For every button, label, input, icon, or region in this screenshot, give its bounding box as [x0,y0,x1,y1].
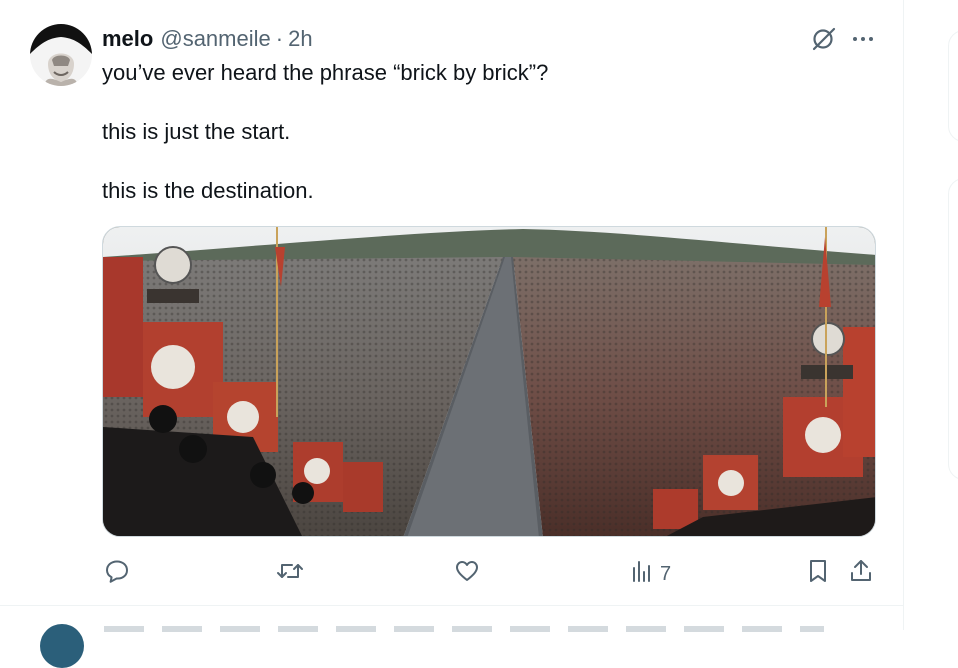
reply-button[interactable] [104,558,130,590]
views-count: 7 [660,562,672,585]
avatar[interactable] [30,24,92,86]
separator-dot: · [275,26,284,51]
bookmark-icon [806,558,830,590]
like-button[interactable] [454,558,480,590]
views-icon [630,558,654,590]
right-sidebar-card [948,178,958,480]
right-sidebar-card [948,30,958,142]
tweet-top-actions [811,26,875,52]
retweet-button[interactable] [276,558,304,590]
tweet-header: melo @sanmeile · 2h [102,26,313,52]
reply-icon [104,558,130,590]
views-button[interactable]: 7 [630,558,671,590]
tweet-line-3: this is the destination. [102,178,314,203]
author-name[interactable]: melo [102,26,153,52]
next-tweet-avatar[interactable] [40,624,84,668]
timeline-column: melo @sanmeile · 2h you’ve ever heard th… [0,0,904,668]
tweet[interactable]: melo @sanmeile · 2h you’ve ever heard th… [0,0,903,606]
share-icon [848,558,874,590]
more-icon[interactable] [851,27,875,51]
tweet-text: you’ve ever heard the phrase “brick by b… [102,58,862,206]
tweet-actions: 7 [102,558,882,588]
tweet-media-image[interactable] [102,226,876,537]
next-tweet-text-placeholder [104,626,824,632]
share-button[interactable] [848,558,874,590]
author-handle[interactable]: @sanmeile [160,26,270,52]
tweet-line-1: you’ve ever heard the phrase “brick by b… [102,60,549,85]
tweet-line-2: this is just the start. [102,119,291,144]
like-icon [454,558,480,590]
grok-icon[interactable] [811,26,837,52]
timestamp[interactable]: 2h [288,26,312,52]
bookmark-button[interactable] [806,558,830,590]
retweet-icon [276,558,304,590]
